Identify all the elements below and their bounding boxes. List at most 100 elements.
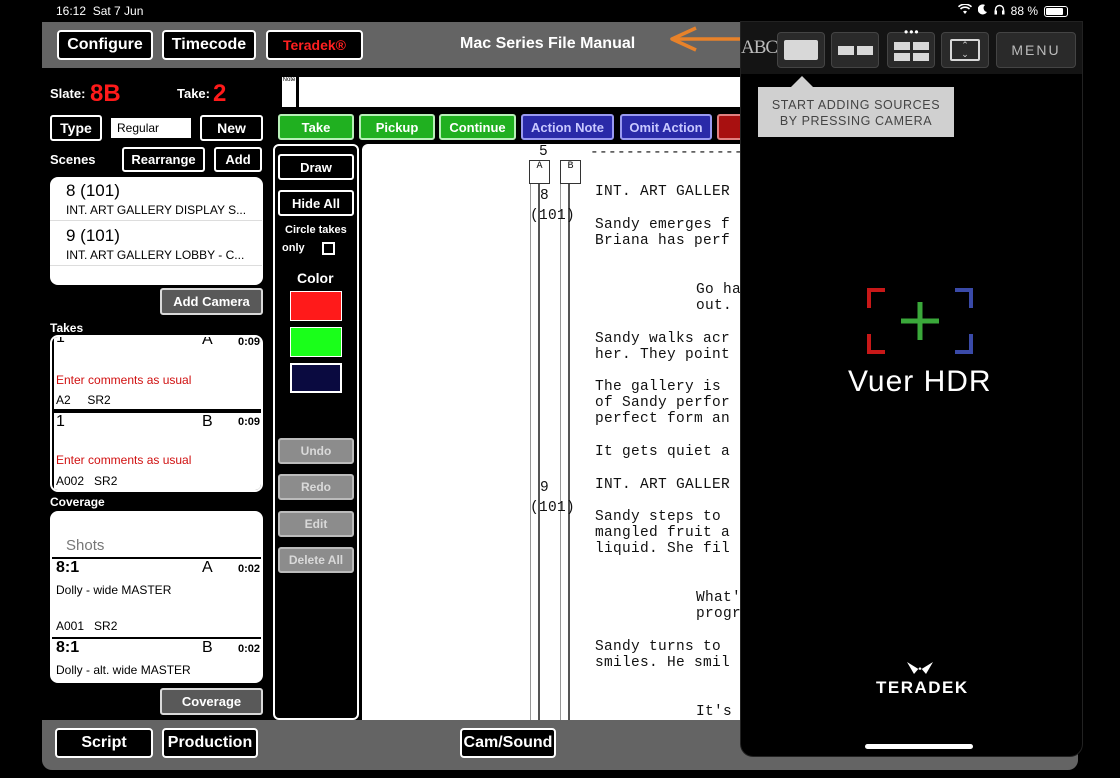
shots-header: Shots [66, 537, 105, 554]
circle-takes-label: Circle takes [285, 224, 347, 236]
home-indicator[interactable] [865, 744, 973, 749]
tooltip-line: START ADDING SOURCES [771, 98, 941, 112]
battery-icon [1044, 5, 1068, 17]
redo-button[interactable]: Redo [278, 474, 354, 500]
shot-item[interactable]: 8:1 A 0:02 Dolly - wide MASTER A001 SR2 [54, 559, 261, 635]
edit-button[interactable]: Edit [278, 511, 354, 537]
coverage-list: Shots 8:1 A 0:02 Dolly - wide MASTER A00… [50, 511, 263, 683]
add-camera-button[interactable]: Add Camera [160, 288, 263, 315]
quad-layout-icon [894, 42, 910, 50]
hide-all-button[interactable]: Hide All [278, 190, 354, 216]
take-comment[interactable]: Enter comments as usual [56, 373, 191, 387]
dual-layout-icon [838, 46, 854, 55]
color-swatch-red[interactable] [290, 291, 342, 321]
undo-button[interactable]: Undo [278, 438, 354, 464]
coverage-button[interactable]: Coverage [160, 688, 263, 715]
scene-description: INT. ART GALLERY DISPLAY S... [66, 203, 247, 217]
status-bar: 16:12 Sat 7 Jun 88 % [0, 0, 1120, 22]
take-item[interactable]: 1 B 0:09 Enter comments as usual A002 SR… [54, 413, 261, 490]
scene-number: 8 [540, 188, 550, 204]
script-line: smiles. He smil [595, 655, 731, 671]
shot-duration: 0:02 [237, 643, 260, 655]
scene-item[interactable]: 8 (101) INT. ART GALLERY DISPLAY S... [50, 177, 262, 221]
teradek-button[interactable]: Teradek® [266, 30, 363, 60]
type-button[interactable]: Type [50, 115, 102, 141]
action-note-button[interactable]: Action Note [521, 114, 614, 140]
expand-icon: ⌃ ⌄ [950, 39, 980, 61]
shot-camera: B [202, 639, 213, 656]
scene-number: 9 [540, 480, 550, 496]
color-swatch-navy[interactable] [290, 363, 342, 393]
quad-layout-icon-4 [913, 53, 929, 61]
coverage-label: Coverage [50, 495, 105, 509]
moon-icon [977, 4, 988, 18]
timecode-button[interactable]: Timecode [162, 30, 256, 60]
scene-item[interactable]: 9 (101) INT. ART GALLERY LOBBY - C... [50, 222, 262, 266]
take-footer: A2 SR2 [56, 393, 111, 407]
rearrange-button[interactable]: Rearrange [122, 147, 205, 172]
color-swatch-green[interactable] [290, 327, 342, 357]
pickup-button[interactable]: Pickup [359, 114, 435, 140]
take-item[interactable]: 1 A 0:09 Enter comments as usual A2 SR2 [54, 335, 261, 409]
quad-view-button[interactable]: ••• [887, 25, 935, 68]
take-duration: 0:09 [237, 416, 260, 428]
script-line: of Sandy perfor [595, 395, 731, 411]
quad-layout-icon-3 [894, 53, 910, 61]
dual-view-button[interactable] [831, 32, 879, 68]
add-scene-button[interactable]: Add [214, 147, 262, 172]
script-tab[interactable]: Script [55, 728, 153, 758]
script-line: progr [696, 606, 742, 622]
add-sources-tooltip: START ADDING SOURCES BY PRESSING CAMERA [758, 87, 954, 137]
coverage-tag-a[interactable]: A [529, 160, 550, 184]
take-number: 1 [56, 335, 65, 346]
script-page[interactable]: 5 ----------------- A B 8 (101) INT. ART… [362, 144, 782, 720]
take-value[interactable]: 2 [213, 80, 226, 108]
production-tab[interactable]: Production [162, 728, 258, 758]
single-view-button[interactable] [777, 32, 825, 68]
more-dots-icon: ••• [904, 25, 920, 39]
vuer-logo-icon [867, 288, 973, 354]
script-line: her. They point [595, 347, 731, 363]
cam-sound-tab[interactable]: Cam/Sound [460, 728, 556, 758]
draw-button[interactable]: Draw [278, 154, 354, 180]
slate-label: Slate: [50, 86, 86, 101]
omit-action-button[interactable]: Omit Action [620, 114, 712, 140]
circle-takes-checkbox[interactable] [322, 242, 335, 255]
script-line: Sandy walks acr [595, 331, 731, 347]
shot-duration: 0:02 [237, 563, 260, 575]
script-line: out. [696, 298, 733, 314]
script-line: perfect form an [595, 411, 731, 427]
configure-button[interactable]: Configure [57, 30, 153, 60]
script-line: Go ha [696, 282, 742, 298]
coverage-tag-b[interactable]: B [560, 160, 581, 184]
take-number: 1 [56, 413, 65, 430]
shot-footer: A001 SR2 [56, 619, 118, 633]
coverage-line-a[interactable] [538, 184, 540, 720]
teradek-logo-icon [907, 662, 933, 674]
vuer-toolbar: ABC ••• ⌃ ⌄ MENU [741, 22, 1082, 74]
script-line: liquid. She fil [595, 541, 731, 557]
type-field[interactable]: Regular [111, 118, 191, 138]
shot-description: Dolly - wide MASTER [56, 583, 172, 597]
menu-button[interactable]: MENU [996, 32, 1076, 68]
vuer-app-name: Vuer HDR [848, 365, 992, 398]
take-comment[interactable]: Enter comments as usual [56, 453, 191, 467]
take-action-button[interactable]: Take [278, 114, 354, 140]
new-button[interactable]: New [200, 115, 263, 141]
scene-marker-top: 5 [539, 144, 549, 160]
abc-label[interactable]: ABC [741, 37, 778, 59]
teradek-brand: TERADEK [876, 678, 969, 697]
expand-view-button[interactable]: ⌃ ⌄ [941, 32, 989, 68]
script-line: INT. ART GALLER [595, 184, 731, 200]
note-label: Note [282, 77, 296, 107]
coverage-line-b[interactable] [568, 184, 570, 720]
continue-button[interactable]: Continue [439, 114, 516, 140]
slate-value[interactable]: 8B [90, 80, 121, 108]
script-line: INT. ART GALLER [595, 477, 731, 493]
shot-item[interactable]: 8:1 B 0:02 Dolly - alt. wide MASTER [54, 639, 261, 681]
takes-label: Takes [50, 321, 84, 335]
shot-number: 8:1 [56, 639, 80, 656]
note-input[interactable] [299, 77, 782, 107]
scene-description: INT. ART GALLERY LOBBY - C... [66, 248, 245, 262]
delete-all-button[interactable]: Delete All [278, 547, 354, 573]
